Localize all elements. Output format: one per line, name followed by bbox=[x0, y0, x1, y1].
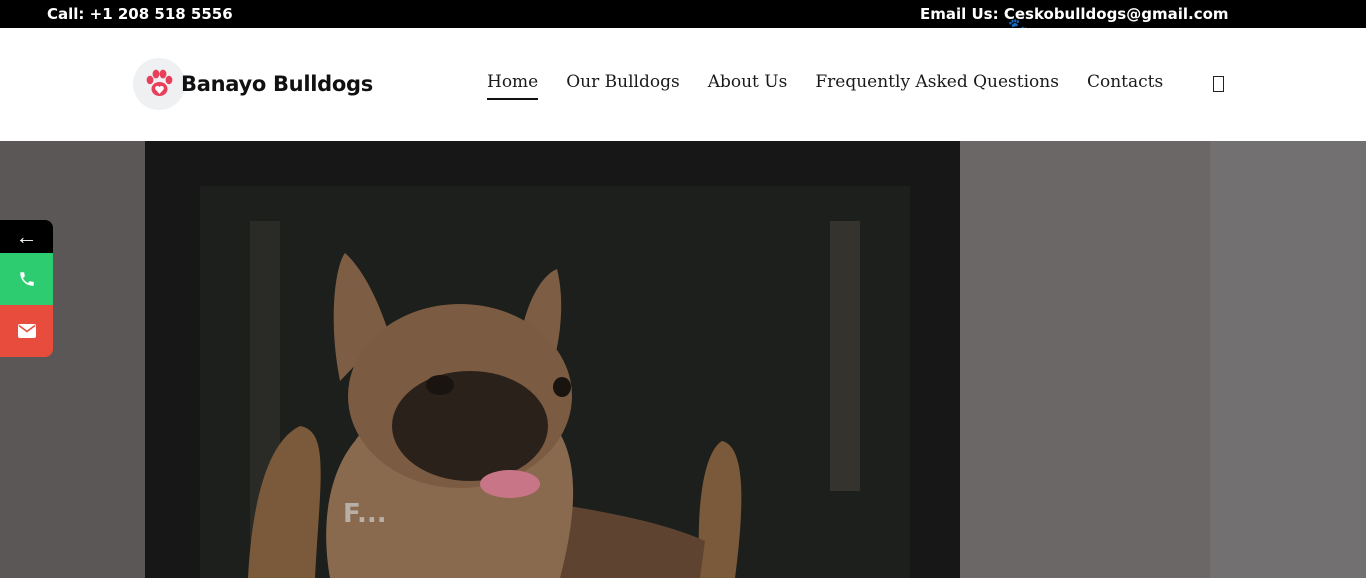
nav-home[interactable]: Home bbox=[487, 72, 539, 100]
phone-button[interactable] bbox=[0, 253, 53, 305]
nav-our-bulldogs[interactable]: Our Bulldogs bbox=[566, 72, 679, 100]
hero-partial-text: F... bbox=[343, 499, 387, 529]
hero-image bbox=[0, 141, 1366, 578]
top-contact-bar: Call: +1 208 518 5556 Email Us: Ceskobul… bbox=[0, 0, 1366, 28]
envelope-icon bbox=[17, 324, 36, 338]
brand-name: Banayo Bulldogs bbox=[181, 72, 373, 96]
mail-button[interactable] bbox=[0, 305, 53, 357]
nav-about-us[interactable]: About Us bbox=[708, 72, 788, 100]
widget-toggle-button[interactable]: ← bbox=[0, 220, 53, 253]
nav-contacts[interactable]: Contacts bbox=[1087, 72, 1163, 100]
paw-heart-icon bbox=[133, 58, 185, 110]
logo[interactable]: Banayo Bulldogs bbox=[133, 57, 373, 111]
email-text[interactable]: Email Us: Ceskobulldogs@gmail.com bbox=[920, 5, 1229, 23]
nav-faq[interactable]: Frequently Asked Questions bbox=[815, 72, 1059, 100]
hero-banner: F... bbox=[0, 141, 1366, 578]
side-contact-widget: ← bbox=[0, 220, 53, 357]
phone-icon bbox=[19, 272, 34, 286]
site-header: Banayo Bulldogs Home Our Bulldogs About … bbox=[0, 28, 1366, 141]
main-nav: Home Our Bulldogs About Us Frequently As… bbox=[487, 72, 1163, 100]
call-text[interactable]: Call: +1 208 518 5556 bbox=[47, 5, 233, 23]
cart-icon[interactable] bbox=[1213, 76, 1224, 92]
